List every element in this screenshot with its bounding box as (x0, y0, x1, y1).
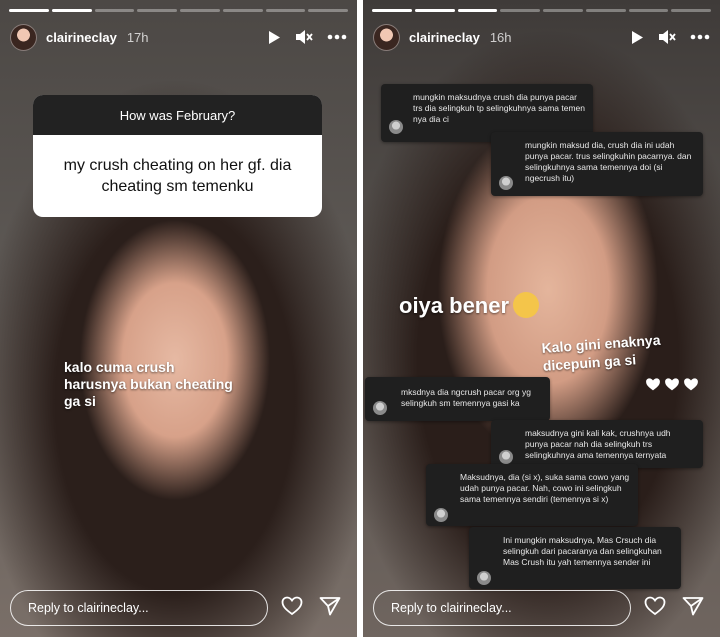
story-footer: Reply to clairineclay... (10, 589, 347, 627)
progress-segment (137, 9, 177, 12)
sender-avatar (499, 176, 513, 190)
progress-segment (265, 9, 306, 12)
story-header: clairineclay 17h (10, 22, 347, 52)
paper-plane-icon[interactable] (319, 596, 341, 621)
play-icon[interactable] (267, 30, 281, 45)
story-left[interactable]: clairineclay 17h How was February? my cr… (0, 0, 357, 637)
message-card: Maksudnya, dia (si x), suka sama cowo ya… (426, 464, 638, 526)
avatar[interactable] (10, 23, 37, 51)
sender-avatar (389, 120, 403, 134)
question-header: How was February? (33, 95, 322, 135)
username[interactable]: clairineclay (46, 30, 117, 45)
progress-segment (9, 9, 49, 12)
sender-avatar (373, 401, 387, 415)
story-footer: Reply to clairineclay... (373, 589, 710, 627)
story-right[interactable]: clairineclay 16h mungkin maksudnya crush… (363, 0, 720, 637)
reply-input[interactable]: Reply to clairineclay... (10, 590, 268, 626)
progress-segment (308, 9, 348, 12)
more-icon[interactable] (690, 34, 710, 40)
username[interactable]: clairineclay (409, 30, 480, 45)
caption-main-text: oiya bener (399, 293, 510, 318)
time-ago: 16h (489, 29, 512, 45)
progress-bar (9, 9, 348, 12)
progress-segment (457, 9, 498, 12)
message-text: mungkin maksudnya crush dia punya pacar … (413, 92, 585, 124)
message-card: mungkin maksud dia, crush dia ini udah p… (491, 132, 703, 196)
progress-segment (543, 9, 583, 12)
progress-segment (671, 9, 711, 12)
avatar[interactable] (373, 23, 400, 51)
speaker-muted-icon[interactable] (295, 29, 313, 45)
sender-avatar (434, 508, 448, 522)
white-heart-icon (664, 377, 680, 397)
story-caption-main: oiya bener (399, 292, 540, 319)
message-text: Ini mungkin maksudnya, Mas Crsuch dia se… (503, 535, 662, 567)
progress-segment (500, 9, 540, 12)
progress-bar (372, 9, 711, 12)
sender-avatar (499, 450, 513, 464)
heart-icon[interactable] (281, 596, 303, 621)
message-text: maksudnya gini kali kak, crushnya udh pu… (525, 428, 671, 460)
melting-face-emoji-icon (513, 292, 540, 318)
progress-segment (628, 9, 669, 12)
question-answer: my crush cheating on her gf. dia cheatin… (63, 157, 292, 195)
white-heart-icon (683, 377, 699, 397)
progress-segment (372, 9, 412, 12)
story-caption: kalo cuma crush harusnya bukan cheating … (64, 359, 233, 409)
message-card: Ini mungkin maksudnya, Mas Crsuch dia se… (469, 527, 681, 589)
sender-avatar (477, 571, 491, 585)
heart-icon[interactable] (644, 596, 666, 621)
reply-input[interactable]: Reply to clairineclay... (373, 590, 631, 626)
progress-segment (180, 9, 220, 12)
white-heart-icon (645, 377, 661, 397)
message-text: mksdnya dia ngcrush pacar org yg selingk… (401, 387, 531, 408)
message-card: mksdnya dia ngcrush pacar org yg selingk… (365, 377, 550, 421)
more-icon[interactable] (327, 34, 347, 40)
message-card: maksudnya gini kali kak, crushnya udh pu… (491, 420, 703, 468)
message-text: mungkin maksud dia, crush dia ini udah p… (525, 140, 692, 183)
time-ago: 17h (126, 29, 149, 45)
story-header: clairineclay 16h (373, 22, 710, 52)
speaker-muted-icon[interactable] (658, 29, 676, 45)
question-sticker[interactable]: How was February? my crush cheating on h… (33, 95, 322, 217)
progress-segment (585, 9, 626, 12)
progress-segment (51, 9, 92, 12)
hearts-row (645, 377, 699, 397)
paper-plane-icon[interactable] (682, 596, 704, 621)
progress-segment (94, 9, 135, 12)
message-text: Maksudnya, dia (si x), suka sama cowo ya… (460, 472, 630, 504)
play-icon[interactable] (630, 30, 644, 45)
progress-segment (222, 9, 263, 12)
progress-segment (414, 9, 455, 12)
